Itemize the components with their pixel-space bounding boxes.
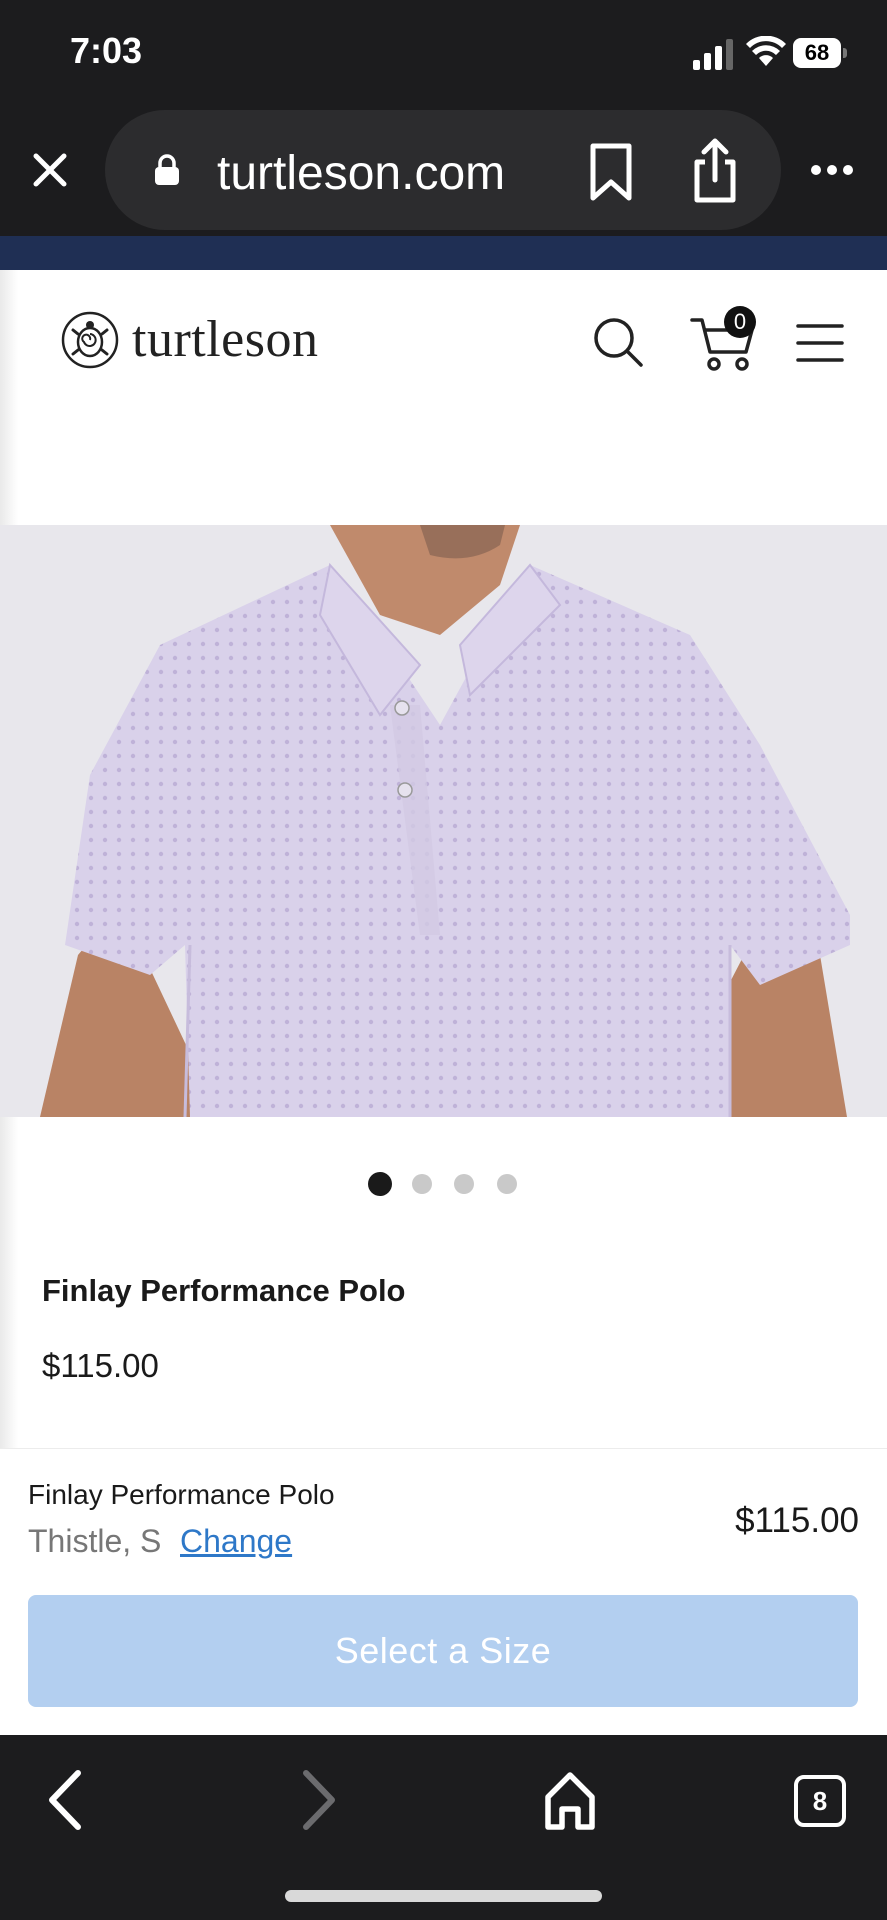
polo-shirt-image — [0, 525, 887, 1117]
promo-banner[interactable] — [0, 236, 887, 270]
sticky-price: $115.00 — [735, 1501, 859, 1540]
back-arrow-icon[interactable] — [38, 1765, 94, 1835]
cart-count-badge: 0 — [724, 306, 756, 338]
tabs-button[interactable]: 8 — [794, 1775, 846, 1827]
home-icon[interactable] — [540, 1765, 600, 1835]
url-text: turtleson.com — [217, 147, 506, 200]
lock-icon — [155, 154, 179, 185]
product-price: $115.00 — [42, 1347, 159, 1384]
product-title: Finlay Performance Polo — [42, 1273, 406, 1308]
site-header: turtleson 0 — [0, 270, 887, 410]
site-logo[interactable]: turtleson — [132, 310, 318, 369]
cellular-signal-icon — [693, 39, 733, 70]
search-icon[interactable] — [590, 314, 646, 370]
share-icon[interactable] — [687, 136, 743, 206]
select-size-button[interactable]: Select a Size — [28, 1595, 858, 1707]
sticky-purchase-bar: Finlay Performance Polo Thistle, S Chang… — [0, 1448, 887, 1736]
browser-toolbar: turtleson.com — [0, 100, 887, 236]
carousel-dot-3[interactable] — [454, 1174, 474, 1194]
turtle-logo-icon[interactable] — [60, 310, 120, 370]
carousel-dot-2[interactable] — [412, 1174, 432, 1194]
status-bar: 7:03 68 — [0, 0, 887, 100]
product-image[interactable] — [0, 525, 887, 1117]
bookmark-icon[interactable] — [583, 140, 639, 204]
status-time: 7:03 — [70, 30, 143, 71]
carousel-dot-1[interactable] — [368, 1172, 392, 1196]
image-carousel-dots — [0, 1167, 887, 1197]
carousel-dot-4[interactable] — [497, 1174, 517, 1194]
forward-arrow-icon[interactable] — [290, 1765, 346, 1835]
battery-icon: 68 — [793, 38, 849, 68]
address-bar[interactable]: turtleson.com — [105, 110, 781, 230]
selected-variant: Thistle, S — [28, 1523, 162, 1559]
close-icon[interactable] — [22, 142, 78, 198]
home-indicator[interactable] — [285, 1890, 602, 1902]
browser-bottom-toolbar: 8 — [0, 1735, 887, 1920]
battery-level: 68 — [793, 38, 841, 68]
hamburger-menu-icon[interactable] — [796, 322, 844, 364]
wifi-icon — [746, 36, 786, 66]
sticky-product-title: Finlay Performance Polo — [28, 1479, 335, 1510]
change-variant-link[interactable]: Change — [180, 1523, 292, 1560]
more-options-icon[interactable] — [808, 158, 856, 182]
